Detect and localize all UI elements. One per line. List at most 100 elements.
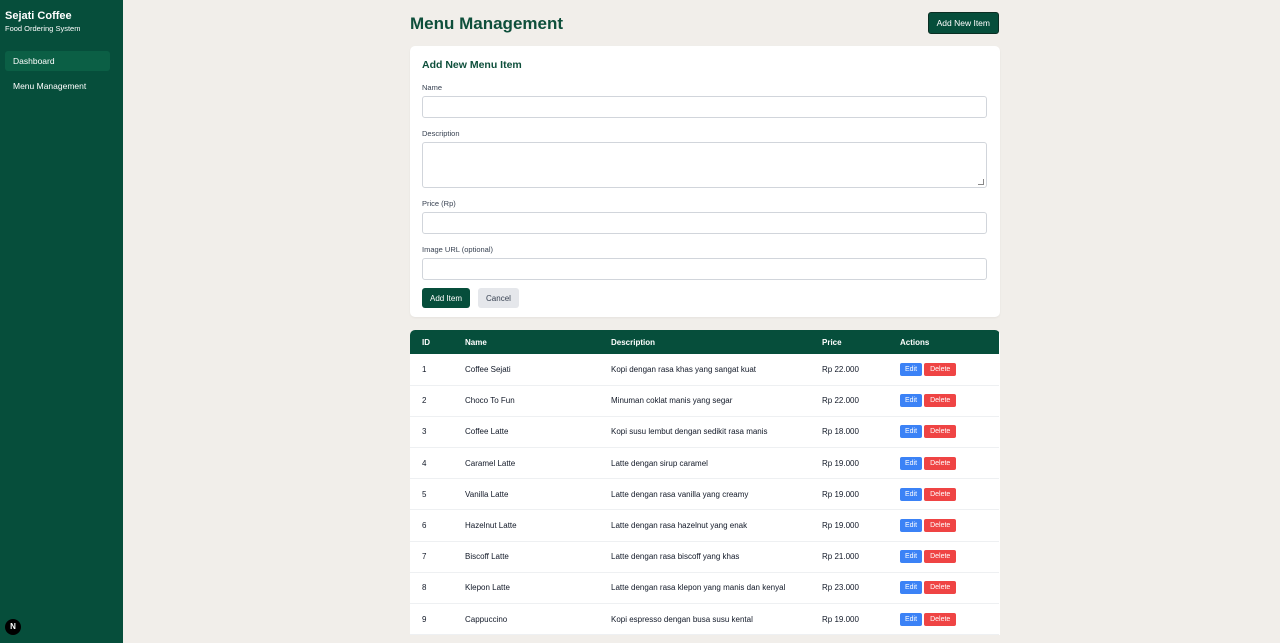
cell-description: Kopi dengan rasa khas yang sangat kuat — [611, 364, 756, 374]
edit-button[interactable]: Edit — [900, 456, 923, 470]
cancel-button[interactable]: Cancel — [478, 288, 519, 308]
cell-actions: Edit Delete — [900, 448, 999, 479]
menu-table-container: ID Name Description Price Actions 1 Coff… — [410, 330, 1000, 636]
cell-price: Rp 23.000 — [822, 583, 859, 593]
dev-tools-badge[interactable]: N — [5, 619, 21, 635]
cell-id: 9 — [422, 614, 427, 624]
cell-name: Klepon Latte — [465, 583, 510, 593]
form-title: Add New Menu Item — [422, 59, 522, 71]
cell-name: Caramel Latte — [465, 458, 516, 468]
sidebar-item-dashboard[interactable]: Dashboard — [5, 51, 110, 71]
cell-price: Rp 18.000 — [822, 427, 859, 437]
add-item-button[interactable]: Add Item — [422, 288, 471, 308]
cell-actions: Edit Delete — [900, 385, 999, 416]
cell-description: Latte dengan sirup caramel — [611, 458, 708, 468]
add-new-item-button[interactable]: Add New Item — [927, 12, 999, 34]
delete-button[interactable]: Delete — [924, 581, 957, 595]
cell-price: Rp 22.000 — [822, 396, 859, 406]
menu-table: ID Name Description Price Actions 1 Coff… — [410, 330, 999, 635]
delete-button[interactable]: Delete — [924, 456, 957, 470]
cell-id: 8 — [422, 583, 427, 593]
add-menu-item-form: Add New Menu Item Name Description Price… — [410, 46, 1000, 317]
cell-price: Rp 19.000 — [822, 521, 859, 531]
delete-button[interactable]: Delete — [924, 394, 957, 408]
cell-description: Latte dengan rasa klepon yang manis dan … — [611, 583, 786, 593]
price-input[interactable] — [422, 212, 987, 234]
edit-button[interactable]: Edit — [900, 362, 923, 376]
delete-button[interactable]: Delete — [924, 519, 957, 533]
column-header-description: Description — [611, 337, 656, 347]
sidebar-item-menu-management[interactable]: Menu Management — [5, 76, 110, 96]
table-row: 8 Klepon Latte Latte dengan rasa klepon … — [410, 572, 999, 604]
cell-description: Latte dengan rasa hazelnut yang enak — [611, 521, 748, 531]
table-row: 2 Choco To Fun Minuman coklat manis yang… — [410, 385, 999, 417]
cell-description: Minuman coklat manis yang segar — [611, 396, 733, 406]
table-header-row: ID Name Description Price Actions — [410, 330, 999, 354]
cell-price: Rp 19.000 — [822, 489, 859, 499]
cell-actions: Edit Delete — [900, 572, 999, 603]
cell-actions: Edit Delete — [900, 510, 999, 541]
cell-name: Biscoff Latte — [465, 552, 509, 562]
description-label: Description — [422, 129, 460, 138]
cell-name: Coffee Sejati — [465, 364, 511, 374]
edit-button[interactable]: Edit — [900, 487, 923, 501]
resize-handle-icon[interactable] — [978, 179, 984, 185]
sidebar: Sejati Coffee Food Ordering System Dashb… — [0, 0, 123, 643]
cell-actions: Edit Delete — [900, 541, 999, 572]
cell-price: Rp 19.000 — [822, 458, 859, 468]
cell-actions: Edit Delete — [900, 416, 999, 447]
brand-subtitle: Food Ordering System — [5, 24, 81, 33]
cell-actions: Edit Delete — [900, 354, 999, 385]
cell-id: 2 — [422, 396, 427, 406]
sidebar-nav: Dashboard Menu Management — [0, 51, 123, 96]
description-textarea[interactable] — [422, 142, 987, 188]
cell-actions: Edit Delete — [900, 479, 999, 510]
cell-name: Hazelnut Latte — [465, 521, 517, 531]
cell-price: Rp 21.000 — [822, 552, 859, 562]
page-title: Menu Management — [410, 14, 564, 33]
name-label: Name — [422, 83, 443, 92]
delete-button[interactable]: Delete — [924, 550, 957, 564]
cell-description: Latte dengan rasa vanilla yang creamy — [611, 489, 749, 499]
cell-price: Rp 22.000 — [822, 364, 859, 374]
cell-id: 5 — [422, 489, 427, 499]
table-row: 3 Coffee Latte Kopi susu lembut dengan s… — [410, 416, 999, 448]
main-content: Menu Management Add New Item Add New Men… — [410, 0, 1000, 636]
column-header-id: ID — [422, 337, 430, 347]
delete-button[interactable]: Delete — [924, 487, 957, 501]
column-header-name: Name — [465, 337, 487, 347]
delete-button[interactable]: Delete — [924, 612, 957, 626]
image-url-label: Image URL (optional) — [422, 245, 494, 254]
column-header-actions: Actions — [900, 337, 930, 347]
cell-name: Cappuccino — [465, 614, 508, 624]
table-row: 9 Cappuccino Kopi espresso dengan busa s… — [410, 604, 999, 635]
cell-description: Kopi susu lembut dengan sedikit rasa man… — [611, 427, 768, 437]
edit-button[interactable]: Edit — [900, 550, 923, 564]
cell-id: 6 — [422, 521, 427, 531]
cell-description: Latte dengan rasa biscoff yang khas — [611, 552, 740, 562]
edit-button[interactable]: Edit — [900, 519, 923, 533]
table-body: 1 Coffee Sejati Kopi dengan rasa khas ya… — [410, 354, 999, 635]
cell-name: Vanilla Latte — [465, 489, 509, 499]
edit-button[interactable]: Edit — [900, 425, 923, 439]
name-input[interactable] — [422, 96, 987, 118]
table-row: 1 Coffee Sejati Kopi dengan rasa khas ya… — [410, 354, 999, 386]
table-row: 6 Hazelnut Latte Latte dengan rasa hazel… — [410, 510, 999, 542]
cell-actions: Edit Delete — [900, 604, 999, 635]
cell-price: Rp 19.000 — [822, 614, 859, 624]
table-row: 5 Vanilla Latte Latte dengan rasa vanill… — [410, 479, 999, 510]
cell-name: Coffee Latte — [465, 427, 509, 437]
price-label: Price (Rp) — [422, 199, 456, 208]
brand: Sejati Coffee Food Ordering System — [0, 0, 123, 34]
image-url-input[interactable] — [422, 258, 987, 280]
table-row: 4 Caramel Latte Latte dengan sirup caram… — [410, 448, 999, 479]
delete-button[interactable]: Delete — [924, 362, 957, 376]
column-header-price: Price — [822, 337, 842, 347]
cell-id: 4 — [422, 458, 427, 468]
edit-button[interactable]: Edit — [900, 394, 923, 408]
form-actions: Add Item Cancel — [422, 288, 988, 308]
brand-title: Sejati Coffee — [5, 10, 72, 22]
edit-button[interactable]: Edit — [900, 581, 923, 595]
delete-button[interactable]: Delete — [924, 425, 957, 439]
edit-button[interactable]: Edit — [900, 612, 923, 626]
